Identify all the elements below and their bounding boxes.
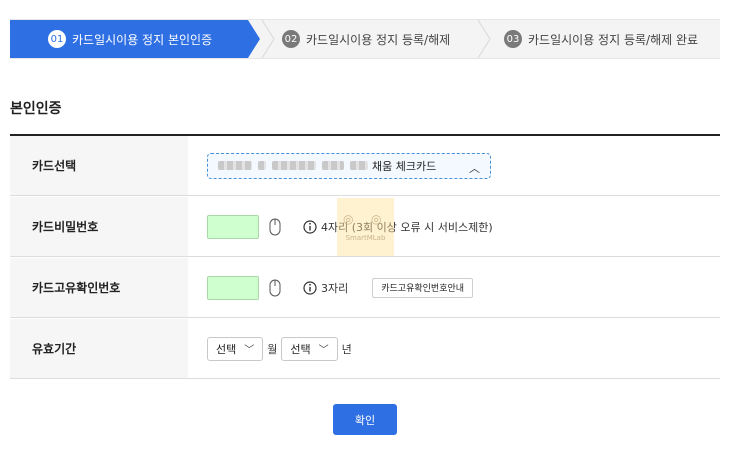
password-hint: 4자리 (3회 이상 오류 시 서비스제한): [321, 220, 493, 234]
step-arrow: [248, 20, 260, 58]
chevron-right-icon: [261, 20, 275, 58]
field-label: 카드선택: [10, 136, 188, 195]
field-label: 카드비밀번호: [10, 197, 188, 256]
select-value: 선택: [290, 342, 311, 356]
step-label: 카드일시이용 정지 등록/해제: [306, 32, 451, 47]
confirm-button[interactable]: 확인: [333, 404, 397, 435]
form-row-card-select: 카드선택 채움 체크카드 ︿: [10, 136, 720, 196]
year-unit: 년: [341, 342, 352, 356]
step-2: 02 카드일시이용 정지 등록/해제: [282, 20, 450, 58]
month-unit: 월: [267, 342, 278, 356]
form-row-cvc: 카드고유확인번호 3자리 카드고유확인번호안내: [10, 258, 720, 318]
chevron-down-icon: ﹀: [318, 345, 329, 356]
chevron-down-icon: ﹀: [244, 345, 255, 356]
cvc-guide-button[interactable]: 카드고유확인번호안내: [372, 277, 474, 298]
select-value: 선택: [216, 342, 237, 356]
card-select-dropdown[interactable]: 채움 체크카드 ︿: [207, 152, 491, 179]
expiry-year-select[interactable]: 선택 ﹀: [281, 336, 338, 361]
chevron-up-icon: ︿: [469, 161, 480, 175]
masked-text: [272, 161, 316, 170]
step-1-active: 01 카드일시이용 정지 본인인증: [10, 20, 248, 58]
masked-text: [218, 161, 252, 170]
step-number: 02: [282, 30, 300, 48]
masked-text: [258, 161, 266, 170]
field-label: 카드고유확인번호: [10, 258, 188, 317]
field-label: 유효기간: [10, 319, 188, 378]
step-3: 03 카드일시이용 정지 등록/해제 완료: [504, 20, 698, 58]
masked-text: [322, 161, 344, 170]
form-row-expiry: 유효기간 선택 ﹀ 월 선택 ﹀ 년: [10, 319, 720, 379]
cvc-hint: 3자리: [321, 281, 349, 295]
chevron-right-icon: [477, 20, 491, 58]
masked-text: [350, 161, 368, 170]
step-label: 카드일시이용 정지 등록/해제 완료: [528, 32, 699, 47]
info-icon: [303, 219, 317, 234]
password-input[interactable]: [207, 214, 259, 239]
section-title: 본인인증: [10, 101, 62, 117]
expiry-month-select[interactable]: 선택 ﹀: [207, 336, 264, 361]
mouse-icon[interactable]: [269, 218, 281, 236]
step-number: 01: [48, 30, 66, 48]
step-label: 카드일시이용 정지 본인인증: [72, 32, 213, 47]
card-name: 채움 체크카드: [372, 159, 437, 173]
cvc-input[interactable]: [207, 275, 259, 300]
info-icon: [303, 280, 317, 295]
progress-stepper: 01 카드일시이용 정지 본인인증 02 카드일시이용 정지 등록/해제 03 …: [10, 19, 720, 59]
step-number: 03: [504, 30, 522, 48]
mouse-icon[interactable]: [269, 279, 281, 297]
form-row-password: 카드비밀번호 4자리 (3회 이상 오류 시 서비스제한): [10, 197, 720, 257]
